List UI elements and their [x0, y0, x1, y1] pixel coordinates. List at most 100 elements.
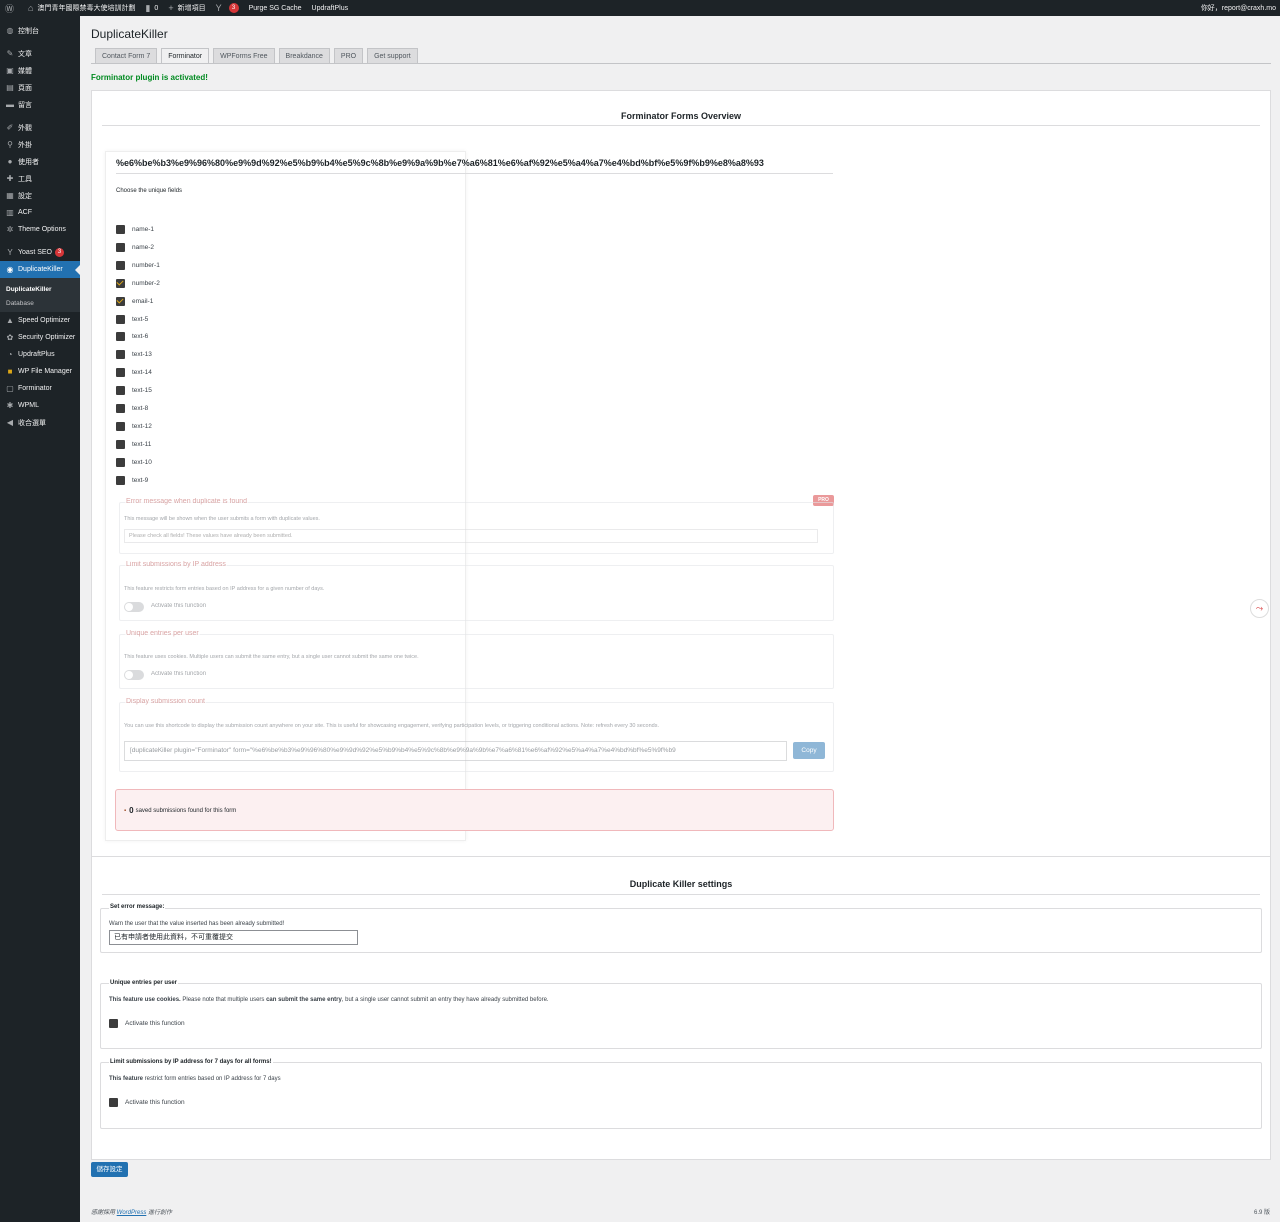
menu-appearance[interactable]: ✐ 外觀 [0, 119, 80, 136]
unique-field-row[interactable]: email-1 [116, 296, 153, 306]
submenu-item-duplicatekiller[interactable]: DuplicateKiller [0, 282, 80, 296]
tab-wpforms-free[interactable]: WPForms Free [213, 48, 275, 64]
menu-plugins[interactable]: ⚲ 外掛 [0, 136, 80, 153]
unique-field-row[interactable]: text-11 [116, 439, 152, 449]
menu-dashboard[interactable]: ◍ 控制台 [0, 22, 80, 39]
ip-limit-title: Limit submissions by IP address [125, 561, 227, 568]
menu-theme-options[interactable]: ✲ Theme Options [0, 221, 80, 238]
menu-collapse[interactable]: ◀ 收合選單 [0, 414, 80, 431]
menu-pages[interactable]: ▤ 頁面 [0, 79, 80, 96]
error-message-field[interactable]: 已有申請者使用此資料，不可重覆提交 [109, 930, 358, 945]
unique-field-checkbox[interactable] [116, 314, 125, 324]
activation-notice: Forminator plugin is activated! [91, 73, 208, 82]
wordpress-logo[interactable]: Ⓦ [0, 0, 23, 16]
unique-field-row[interactable]: text-13 [116, 350, 152, 360]
menu-security-optimizer[interactable]: ✿ Security Optimizer [0, 329, 80, 346]
unique-field-row[interactable]: text-6 [116, 332, 149, 342]
ip-limit-checkbox-row[interactable]: Activate this function [109, 1098, 185, 1107]
gear-icon: ✲ [6, 225, 14, 234]
submission-count-title: Display submission count [125, 698, 206, 705]
unique-field-label: text-6 [132, 333, 149, 341]
menu-wp-file-manager[interactable]: ■ WP File Manager [0, 363, 80, 380]
unique-field-row[interactable]: name-2 [116, 242, 154, 252]
submenu-item-database[interactable]: Database [0, 296, 80, 310]
unique-field-checkbox[interactable] [116, 421, 125, 431]
unique-field-checkbox[interactable] [116, 368, 125, 378]
forms-overview-panel: Forminator Forms Overview %e6%be%b3%e9%9… [91, 90, 1271, 858]
menu-tools[interactable]: ✚ 工具 [0, 170, 80, 187]
unique-field-row[interactable]: text-5 [116, 314, 148, 324]
new-content-link[interactable]: + 新增項目 [163, 0, 210, 16]
menu-speed-optimizer[interactable]: ▲ Speed Optimizer [0, 312, 80, 329]
comments-link[interactable]: ▮ 0 [140, 0, 163, 16]
menu-wpml[interactable]: ✱ WPML [0, 397, 80, 414]
tab-forminator[interactable]: Forminator [161, 48, 210, 64]
updraft-icon: ◔ [7, 350, 13, 359]
unique-field-checkbox[interactable] [116, 278, 125, 288]
menu-posts[interactable]: ✎ 文章 [0, 45, 80, 62]
menu-duplicatekiller[interactable]: ◉ DuplicateKiller [0, 261, 80, 278]
unique-field-label: text-10 [132, 458, 152, 466]
menu-settings[interactable]: ▦ 設定 [0, 187, 80, 204]
unique-field-row[interactable]: text-14 [116, 368, 152, 378]
unique-field-checkbox[interactable] [116, 386, 125, 396]
unique-entries-legend: Unique entries per user [109, 980, 179, 986]
yoast-link[interactable]: Y3 [211, 0, 244, 16]
unique-field-checkbox[interactable] [116, 457, 125, 467]
unique-entries-help: This feature use cookies. Please note th… [109, 997, 549, 1003]
choose-fields-label: Choose the unique fields [116, 188, 183, 194]
save-settings-button[interactable]: 儲存設定 [91, 1162, 128, 1177]
error-message-input[interactable]: Please check all fields! These values ha… [124, 529, 818, 543]
unique-field-label: text-9 [132, 476, 149, 484]
tab-get-support[interactable]: Get support [367, 48, 418, 64]
ip-limit-toggle[interactable] [124, 602, 144, 612]
unique-field-row[interactable]: text-8 [116, 404, 148, 413]
unique-field-row[interactable]: text-15 [116, 386, 152, 396]
unique-field-row[interactable]: text-10 [116, 457, 152, 467]
menu-updraftplus[interactable]: ◔ UpdraftPlus [0, 346, 80, 363]
tab-contact-form-7[interactable]: Contact Form 7 [95, 48, 158, 64]
menu-comments[interactable]: ▬ 留言 [0, 96, 80, 113]
media-icon: ▣ [6, 66, 14, 75]
unique-field-row[interactable]: text-12 [116, 421, 152, 431]
shortcode-field[interactable]: [duplicateKiller plugin="Forminator" for… [124, 741, 787, 761]
account-link[interactable]: 你好，report@craxh.mo [1196, 0, 1280, 16]
menu-acf[interactable]: ▥ ACF [0, 204, 80, 221]
unique-field-checkbox[interactable] [116, 439, 125, 449]
tab-pro[interactable]: PRO [333, 48, 364, 64]
site-name-link[interactable]: ⌂ 澳門青年國際禁毒大使培訓計劃 [23, 0, 140, 16]
updraftplus-link[interactable]: UpdraftPlus [307, 0, 354, 16]
unique-entries-checkbox-row[interactable]: Activate this function [109, 1019, 185, 1028]
unique-field-checkbox[interactable] [116, 475, 125, 485]
unique-entries-checkbox-label: Activate this function [125, 1020, 185, 1027]
unique-field-row[interactable]: number-1 [116, 260, 160, 270]
purge-cache-link[interactable]: Purge SG Cache [244, 0, 307, 16]
menu-users[interactable]: ● 使用者 [0, 153, 80, 170]
unique-field-checkbox[interactable] [116, 225, 125, 234]
menu-yoast-seo[interactable]: Y Yoast SEO 3 [0, 244, 80, 261]
submission-count-label: saved submissions found for this form [135, 807, 237, 814]
unique-field-checkbox[interactable] [116, 332, 125, 342]
unique-field-row[interactable]: number-2 [116, 278, 160, 288]
unique-field-label: text-11 [132, 440, 152, 448]
copy-button[interactable]: Copy [793, 742, 825, 759]
unique-field-label: text-14 [132, 369, 152, 377]
unique-field-row[interactable]: text-9 [116, 475, 149, 485]
wordpress-link[interactable]: WordPress [117, 1210, 147, 1216]
tab-breakdance[interactable]: Breakdance [278, 48, 330, 64]
forminator-icon: ▢ [6, 384, 14, 393]
unique-field-checkbox[interactable] [116, 296, 125, 306]
footer-credit: 感謝採用 WordPress 進行創作 [91, 1207, 172, 1216]
pdf-icon[interactable]: ⤳ [1250, 599, 1269, 618]
unique-field-checkbox[interactable] [116, 404, 125, 413]
menu-media[interactable]: ▣ 媒體 [0, 62, 80, 79]
ip-limit-checkbox[interactable] [109, 1098, 118, 1107]
unique-entries-checkbox[interactable] [109, 1019, 118, 1028]
menu-forminator[interactable]: ▢ Forminator [0, 380, 80, 397]
unique-field-checkbox[interactable] [116, 350, 125, 360]
unique-field-checkbox[interactable] [116, 260, 125, 270]
unique-entries-toggle[interactable] [124, 670, 144, 680]
unique-field-label: text-13 [132, 351, 152, 359]
unique-field-row[interactable]: name-1 [116, 225, 154, 234]
unique-field-checkbox[interactable] [116, 242, 125, 252]
